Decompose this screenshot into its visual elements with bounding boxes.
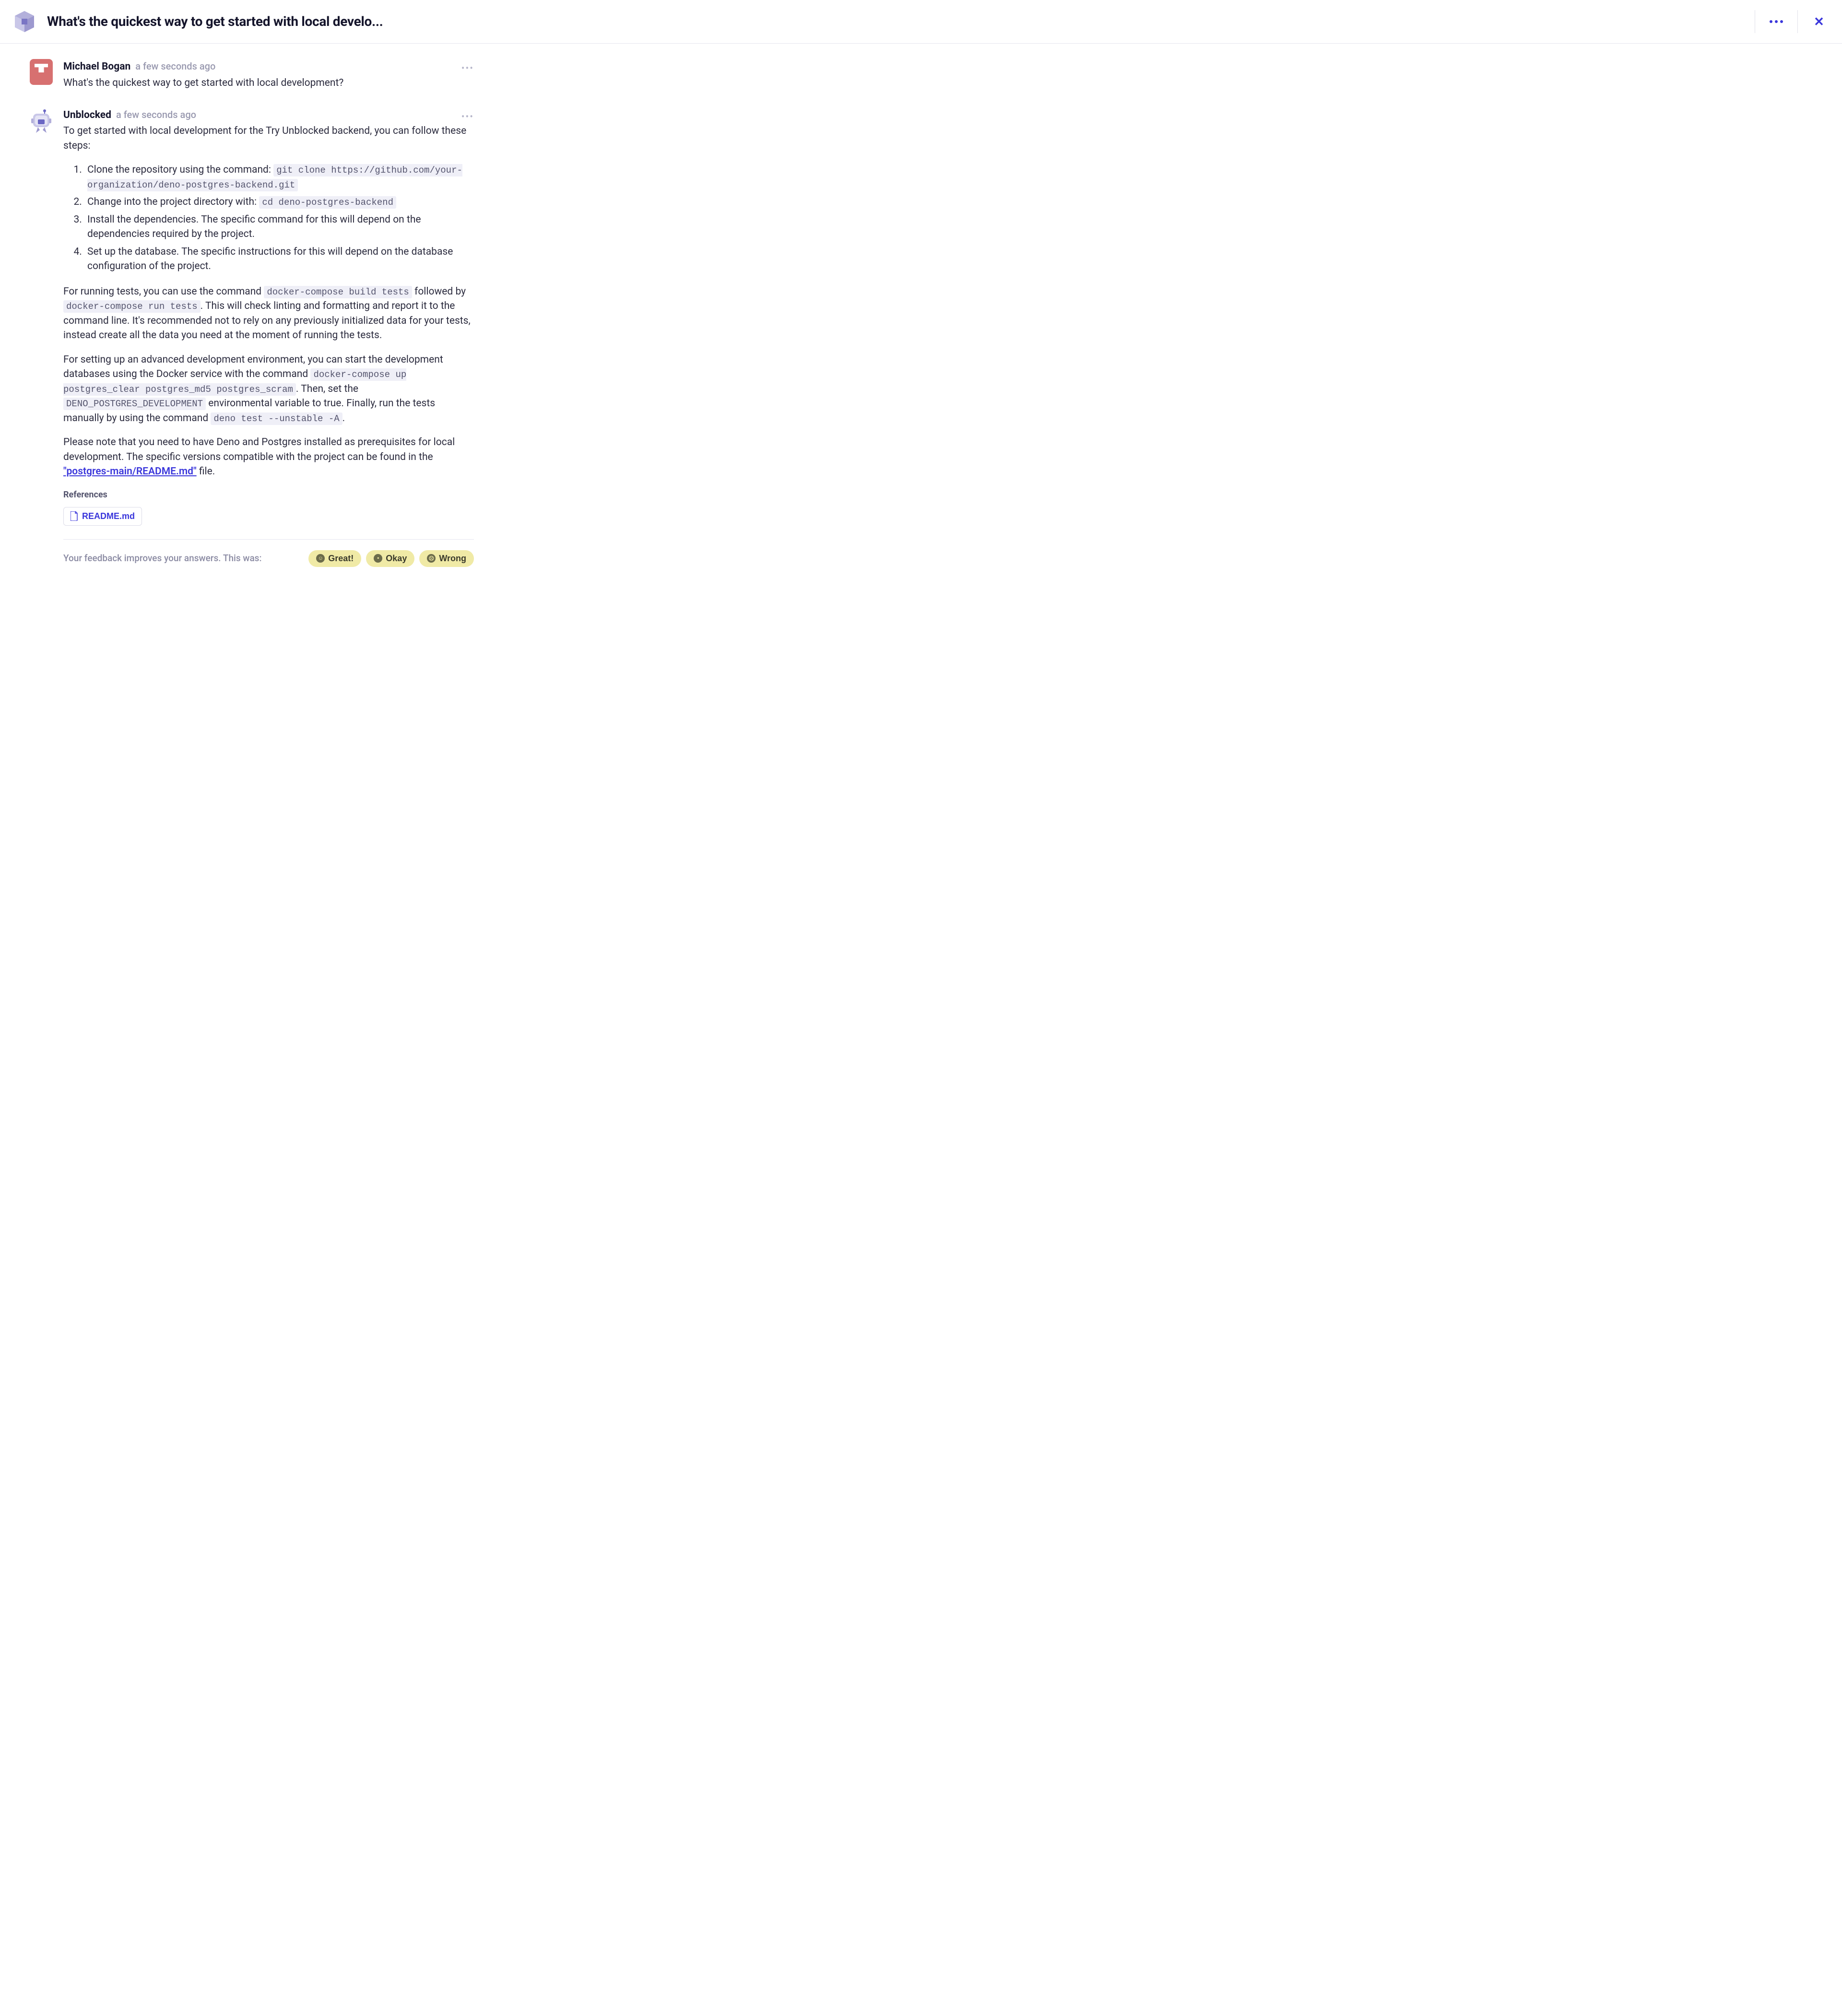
- text: .: [342, 413, 345, 424]
- text: file.: [197, 466, 215, 477]
- timestamp: a few seconds ago: [135, 59, 215, 73]
- user-message: Michael Bogan a few seconds ago What's t…: [30, 59, 474, 90]
- message-body: Unblocked a few seconds ago To get start…: [63, 107, 474, 567]
- more-menu-button[interactable]: [1765, 10, 1788, 33]
- answer-body: To get started with local development fo…: [63, 124, 474, 566]
- text: Please note that you need to have Deno a…: [63, 436, 455, 462]
- bot-message: Unblocked a few seconds ago To get start…: [30, 107, 474, 567]
- feedback-okay-button[interactable]: • Okay: [366, 550, 414, 567]
- code-snippet: docker-compose build tests: [264, 286, 412, 298]
- timestamp: a few seconds ago: [116, 107, 196, 122]
- ellipsis-icon: [1770, 20, 1783, 23]
- message-text: What's the quickest way to get started w…: [63, 76, 474, 90]
- step-text: Clone the repository using the command:: [87, 164, 273, 176]
- message-header: Unblocked a few seconds ago: [63, 107, 474, 123]
- list-item: Install the dependencies. The specific c…: [84, 212, 474, 242]
- author-name: Unblocked: [63, 108, 111, 123]
- page-title: What's the quickest way to get started w…: [47, 12, 1745, 32]
- message-body: Michael Bogan a few seconds ago What's t…: [63, 59, 474, 90]
- code-snippet: DENO_POSTGRES_DEVELOPMENT: [63, 398, 206, 410]
- message-actions-button[interactable]: •••: [461, 61, 474, 75]
- list-item: Clone the repository using the command: …: [84, 163, 474, 192]
- code-snippet: deno test --unstable -A: [211, 413, 342, 425]
- cube-icon: [12, 9, 37, 34]
- close-icon: ✕: [1814, 14, 1824, 29]
- divider: [1797, 10, 1798, 33]
- readme-link[interactable]: "postgres-main/README.md": [63, 466, 197, 477]
- list-item: Change into the project directory with: …: [84, 195, 474, 210]
- frown-icon: ☹: [427, 554, 436, 563]
- paragraph: Please note that you need to have Deno a…: [63, 435, 474, 479]
- conversation: Michael Bogan a few seconds ago What's t…: [0, 44, 504, 596]
- feedback-bar: Your feedback improves your answers. Thi…: [63, 539, 474, 567]
- author-name: Michael Bogan: [63, 59, 130, 75]
- header: What's the quickest way to get started w…: [0, 0, 1842, 44]
- feedback-prompt: Your feedback improves your answers. Thi…: [63, 552, 304, 565]
- references-label: References: [63, 489, 474, 501]
- feedback-label: Okay: [386, 554, 407, 564]
- feedback-label: Wrong: [439, 554, 466, 564]
- neutral-icon: •: [374, 554, 382, 563]
- reference-chip[interactable]: README.md: [63, 507, 142, 526]
- text: . Then, set the: [296, 383, 358, 395]
- message-actions-button[interactable]: •••: [461, 109, 474, 124]
- robot-icon: [30, 107, 52, 134]
- code-snippet: cd deno-postgres-backend: [259, 196, 396, 209]
- close-button[interactable]: ✕: [1807, 10, 1830, 33]
- intro-paragraph: To get started with local development fo…: [63, 124, 474, 153]
- message-header: Michael Bogan a few seconds ago: [63, 59, 474, 75]
- list-item: Set up the database. The specific instru…: [84, 245, 474, 274]
- user-avatar: [30, 59, 53, 85]
- feedback-wrong-button[interactable]: ☹ Wrong: [419, 550, 474, 567]
- bot-avatar: [30, 107, 53, 133]
- text: For running tests, you can use the comma…: [63, 286, 264, 297]
- text: followed by: [412, 286, 466, 297]
- paragraph: For running tests, you can use the comma…: [63, 284, 474, 343]
- feedback-great-button[interactable]: ☺ Great!: [308, 550, 361, 567]
- file-icon: [71, 511, 78, 521]
- step-text: Change into the project directory with:: [87, 196, 259, 208]
- smile-icon: ☺: [316, 554, 325, 563]
- reference-label: README.md: [82, 511, 135, 521]
- app-logo: [12, 9, 37, 35]
- feedback-label: Great!: [328, 554, 354, 564]
- steps-list: Clone the repository using the command: …: [63, 163, 474, 273]
- paragraph: For setting up an advanced development e…: [63, 353, 474, 426]
- code-snippet: docker-compose run tests: [63, 300, 201, 313]
